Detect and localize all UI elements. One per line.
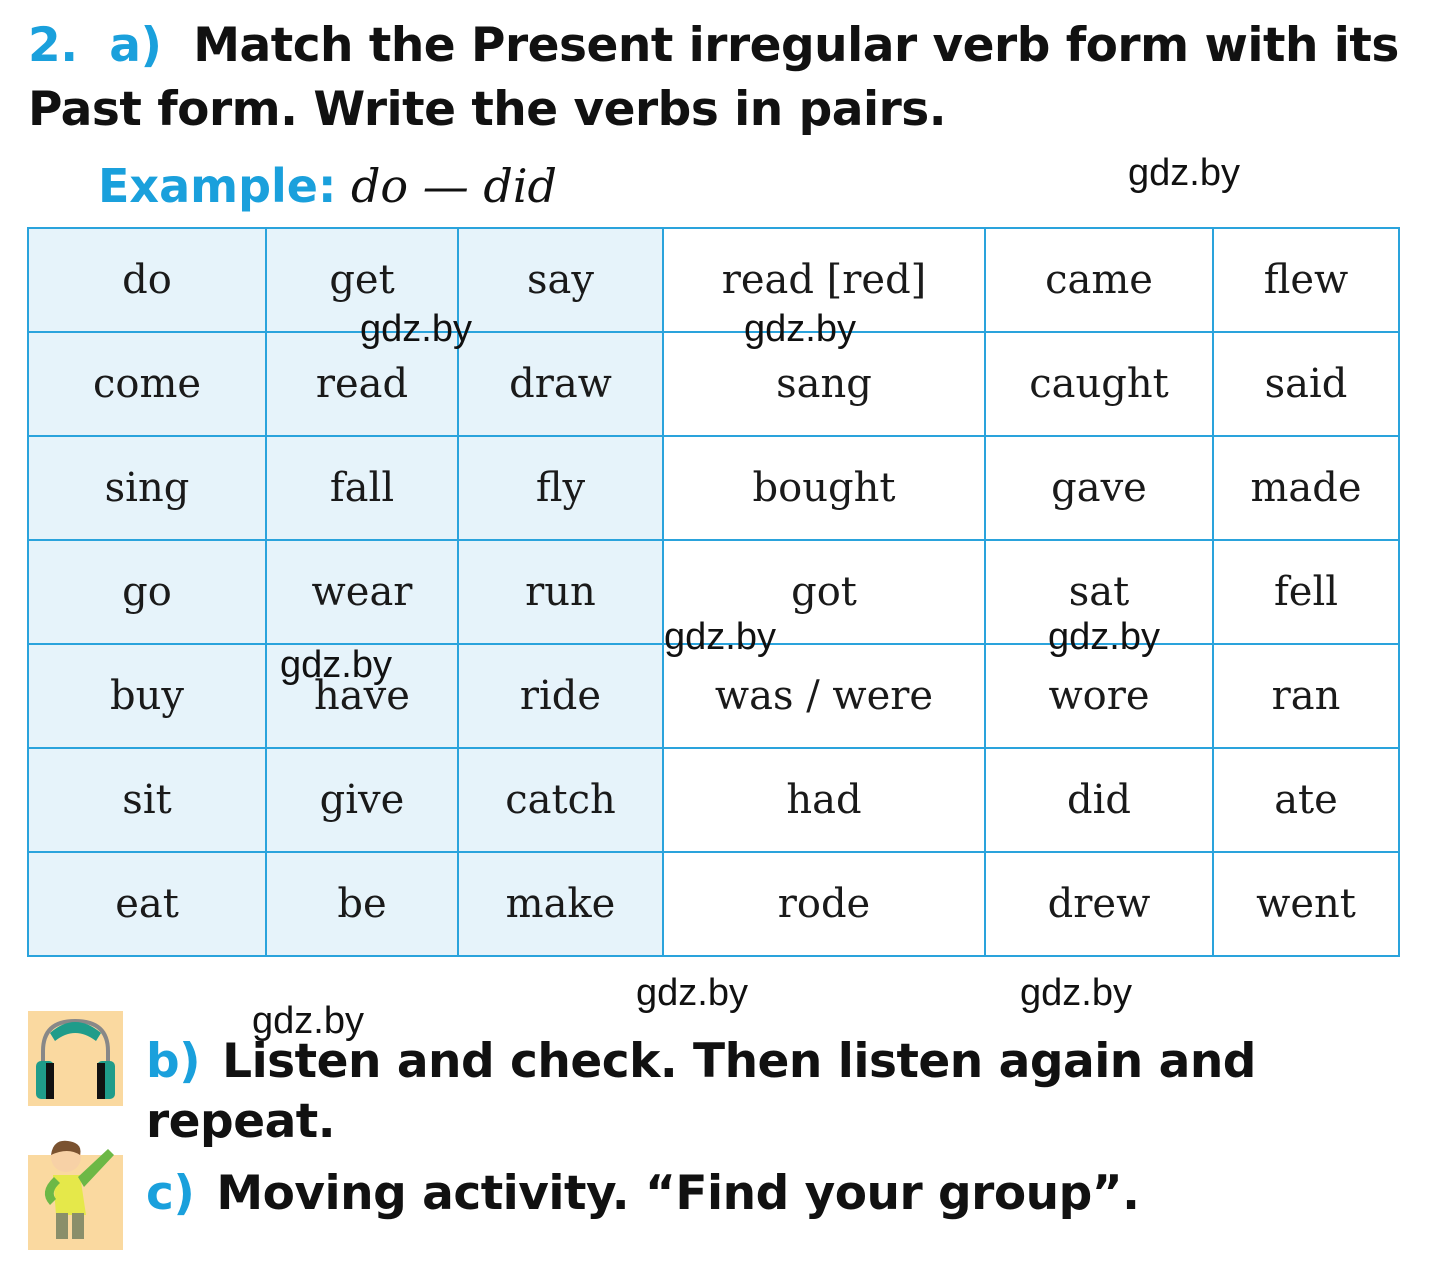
verb-cell: ran [1212,643,1400,749]
watermark: gdz.by [664,616,776,658]
verb-cell: was / were [662,643,986,749]
exercise-part-a: a) [109,18,162,73]
verb-cell: ate [1212,747,1400,853]
verb-cell: eat [27,851,267,957]
example-label: Example: [98,159,337,213]
table-row: sing fall fly bought gave made [27,435,1400,541]
exercise-instruction: Match the Present irregular verb form wi… [28,18,1399,137]
verb-cell: wear [265,539,459,645]
verb-cell: give [265,747,459,853]
table-row: do get say read [red] came flew [27,227,1400,333]
verb-cell: bought [662,435,986,541]
task-b-label: b) [146,1034,201,1089]
verb-cell: fell [1212,539,1400,645]
watermark: gdz.by [636,972,748,1014]
exercise-number: 2. [28,18,78,73]
watermark: gdz.by [1048,616,1160,658]
exercise-heading: 2. a) Match the Present irregular verb f… [28,14,1428,142]
verb-cell: came [984,227,1214,333]
verb-cell: did [984,747,1214,853]
task-b-text: Listen and check. Then listen again and … [146,1034,1256,1149]
watermark: gdz.by [1128,152,1240,194]
example-text: do — did [350,159,557,213]
task-c-label: c) [146,1166,195,1221]
watermark: gdz.by [280,644,392,686]
verb-table: do get say read [red] came flew come read draw sa… [27,227,1400,957]
verb-cell: wore [984,643,1214,749]
task-b: b) Listen and check. Then listen again an… [146,1032,1441,1152]
table-row: eat be make rode drew went [27,851,1400,957]
verb-cell: fly [457,435,664,541]
table-row: buy have ride was / were wore ran [27,643,1400,749]
watermark: gdz.by [252,1000,364,1042]
verb-cell: say [457,227,664,333]
verb-cell: had [662,747,986,853]
verb-cell: caught [984,331,1214,437]
verb-cell: catch [457,747,664,853]
verb-cell: come [27,331,267,437]
verb-cell: ride [457,643,664,749]
verb-cell: gave [984,435,1214,541]
verb-cell: said [1212,331,1400,437]
task-c: c) Moving activity. “Find your group”. [146,1164,1140,1224]
verb-cell: flew [1212,227,1400,333]
verb-cell: do [27,227,267,333]
verb-cell: rode [662,851,986,957]
task-c-text: Moving activity. “Find your group”. [216,1166,1140,1221]
watermark: gdz.by [744,308,856,350]
watermark: gdz.by [1020,972,1132,1014]
table-row: come read draw sang caught said [27,331,1400,437]
verb-cell: made [1212,435,1400,541]
verb-cell: make [457,851,664,957]
verb-cell: go [27,539,267,645]
verb-cell: sing [27,435,267,541]
verb-cell: went [1212,851,1400,957]
table-row: sit give catch had did ate [27,747,1400,853]
verb-cell: run [457,539,664,645]
example: Example: do — did [98,156,557,216]
headphones-icon [28,1011,123,1106]
verb-cell: buy [27,643,267,749]
verb-cell: sit [27,747,267,853]
verb-cell: be [265,851,459,957]
verb-cell: drew [984,851,1214,957]
boy-waving-icon [28,1140,123,1250]
verb-cell: draw [457,331,664,437]
watermark: gdz.by [360,308,472,350]
verb-cell: fall [265,435,459,541]
